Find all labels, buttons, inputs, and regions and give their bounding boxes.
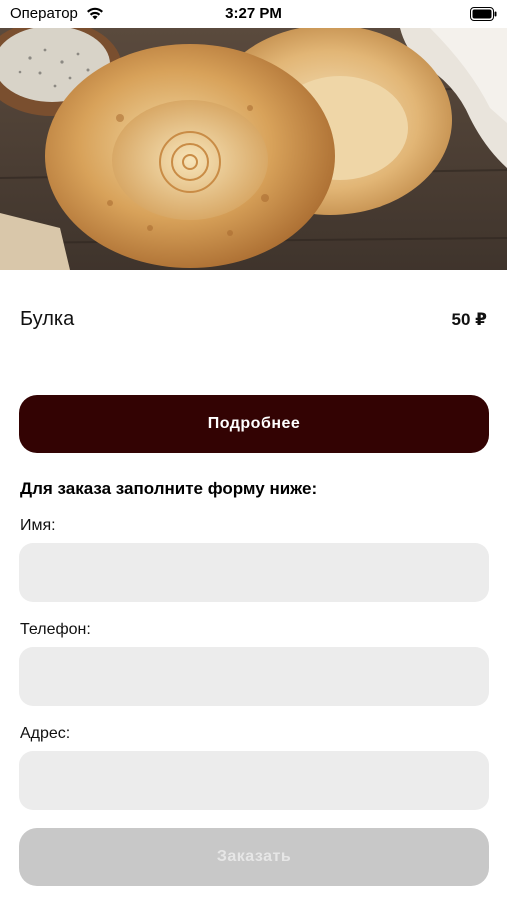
order-button[interactable]: Заказать — [19, 828, 489, 886]
phone-field-label: Телефон: — [20, 621, 91, 638]
order-form-heading: Для заказа заполните форму ниже: — [20, 479, 318, 498]
name-field-label: Имя: — [20, 517, 56, 534]
phone-field[interactable] — [19, 647, 489, 706]
clock-time: 3:27 PM — [225, 5, 282, 22]
battery-icon — [470, 7, 497, 21]
details-button[interactable]: Подробнее — [19, 395, 489, 453]
status-bar: Оператор 3:27 PM — [0, 0, 507, 28]
product-name: Булка — [20, 308, 75, 330]
product-photo — [0, 28, 507, 270]
address-field[interactable] — [19, 751, 489, 810]
product-price: 50 ₽ — [451, 310, 487, 329]
name-field[interactable] — [19, 543, 489, 602]
address-field-label: Адрес: — [20, 725, 71, 742]
